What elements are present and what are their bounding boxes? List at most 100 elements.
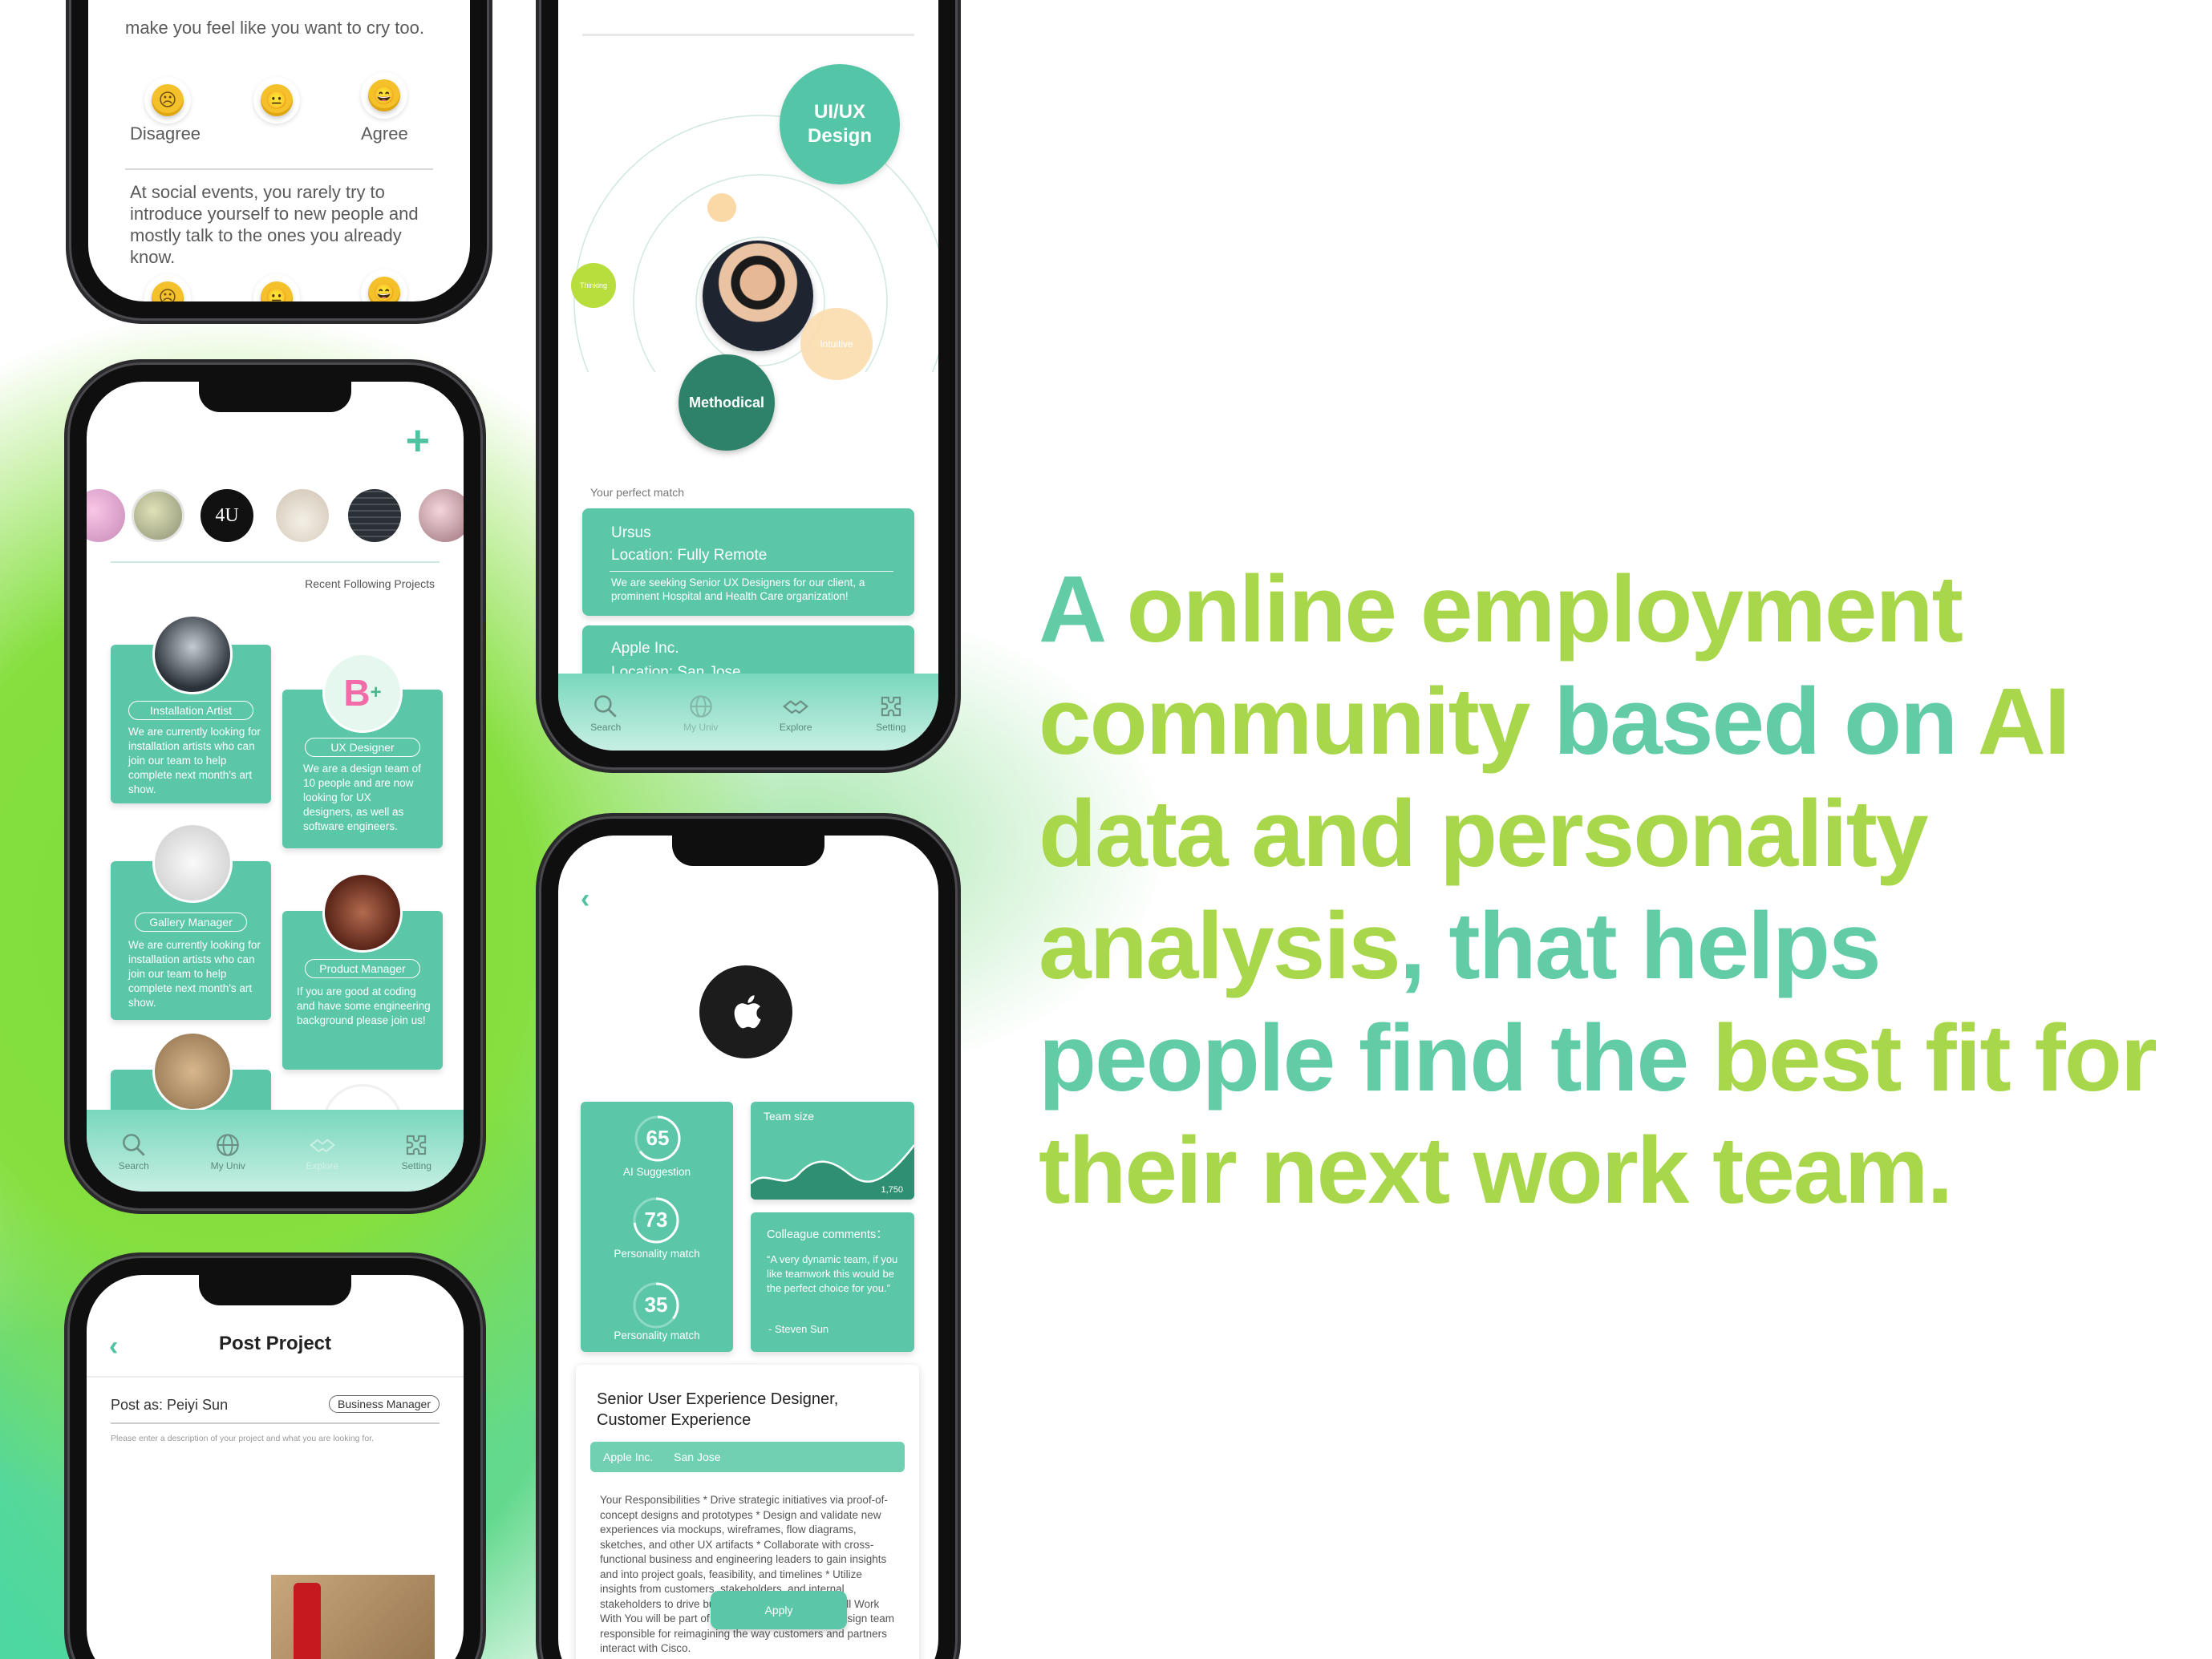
- notch: [199, 1275, 351, 1305]
- comment-text: “A very dynamic team, if you like teamwo…: [767, 1253, 898, 1294]
- card-avatar: [322, 872, 403, 953]
- bubble-label: Methodical: [688, 394, 764, 411]
- role-badge: Installation Artist: [128, 701, 253, 720]
- tab-bar: Search My Univ Explore Setting: [87, 1110, 464, 1192]
- neutral-emoji-icon: 😐: [261, 281, 293, 301]
- card-avatar: [152, 614, 233, 694]
- story-logo-text: 4U: [215, 504, 239, 526]
- ai-score-label: AI Suggestion: [622, 1166, 691, 1178]
- stories-divider: [111, 561, 440, 563]
- story-avatar-4u[interactable]: 4U: [201, 489, 253, 542]
- bubble-intuitive[interactable]: Intuitive: [800, 308, 873, 380]
- add-project-icon[interactable]: +: [406, 417, 430, 465]
- tab-label: Setting: [876, 722, 906, 733]
- story-avatar[interactable]: [276, 489, 329, 542]
- role-badge: UX Designer: [305, 738, 420, 757]
- phone-post: ‹ Post Project Post as: Peiyi Sun Busine…: [67, 1256, 483, 1659]
- bubble-label: Intuitive: [820, 338, 853, 350]
- top-divider: [582, 34, 914, 36]
- team-size-card: Team size 1,750: [751, 1102, 914, 1200]
- tab-label: Explore: [779, 722, 812, 733]
- happy-emoji-icon: 😄: [368, 79, 400, 111]
- quiz-screen: make you feel like you want to cry too. …: [88, 0, 470, 301]
- story-avatar[interactable]: [419, 489, 464, 542]
- bubble-ui-ux-design[interactable]: UI/UX Design: [780, 64, 900, 184]
- tab-explore[interactable]: Explore: [748, 674, 844, 751]
- personality-score-label-2: Personality match: [614, 1329, 700, 1341]
- tab-search[interactable]: Search: [87, 1110, 181, 1192]
- story-row: 4U: [87, 484, 464, 548]
- personality-score-value: 73: [644, 1208, 668, 1232]
- apply-button[interactable]: Apply: [711, 1591, 847, 1629]
- card-avatar: [152, 1031, 233, 1111]
- phone-quiz: make you feel like you want to cry too. …: [69, 0, 489, 321]
- emoji-neutral-wrap-2[interactable]: 😐: [253, 274, 300, 301]
- phone-match: UI/UX Design Thinking Intuitive Methodic…: [539, 0, 958, 770]
- apple-logo-icon: [734, 995, 761, 1029]
- match-result-card[interactable]: Ursus Location: Fully Remote We are seek…: [582, 508, 914, 616]
- result-company: Ursus: [611, 524, 651, 541]
- post-divider: [111, 1422, 440, 1424]
- puzzle-icon: [881, 696, 901, 717]
- team-size-value: 1,750: [881, 1185, 903, 1195]
- handshake-icon: [783, 700, 809, 714]
- tab-my-univ[interactable]: My Univ: [654, 674, 749, 751]
- job-description: Your Responsibilities * Drive strategic …: [600, 1494, 894, 1654]
- bubble-thinking[interactable]: Thinking: [571, 263, 616, 308]
- role-badge: Gallery Manager: [135, 912, 247, 932]
- page-title: Post Project: [218, 1333, 332, 1354]
- agree-label: Agree: [361, 123, 408, 144]
- personality-score-value-2: 35: [644, 1293, 668, 1317]
- tab-label: Setting: [401, 1160, 431, 1171]
- ai-score-value: 65: [646, 1126, 670, 1150]
- notch: [199, 382, 351, 412]
- card-description: We are a design team of 10 people and ar…: [303, 763, 421, 832]
- phone-job: ‹ 65 AI Suggestion 73 Personality match …: [539, 816, 958, 1659]
- post-screen: ‹ Post Project Post as: Peiyi Sun Busine…: [87, 1275, 464, 1659]
- tab-search[interactable]: Search: [558, 674, 654, 751]
- story-avatar[interactable]: [348, 489, 401, 542]
- emoji-happy-wrap-2[interactable]: 😄: [361, 269, 407, 301]
- card-description: If you are good at coding and have some …: [297, 985, 431, 1026]
- back-chevron-icon[interactable]: ‹: [581, 884, 589, 915]
- bubble-label: UI/UX Design: [807, 101, 872, 147]
- emoji-neutral-wrap[interactable]: 😐: [253, 77, 300, 123]
- card-avatar: [152, 823, 233, 903]
- header-divider: [87, 1376, 464, 1378]
- quiz-question-1: make you feel like you want to cry too.: [125, 18, 424, 38]
- bubble-methodical[interactable]: Methodical: [679, 354, 775, 451]
- colleague-comments-card: Colleague comments： “A very dynamic team…: [751, 1212, 914, 1352]
- tab-label: Search: [118, 1160, 149, 1171]
- story-avatar[interactable]: [132, 489, 184, 542]
- tab-setting[interactable]: Setting: [370, 1110, 464, 1192]
- tab-my-univ[interactable]: My Univ: [181, 1110, 276, 1192]
- role-badge[interactable]: Business Manager: [329, 1395, 440, 1413]
- happy-emoji-icon: 😄: [368, 277, 400, 301]
- sad-emoji-icon: ☹: [152, 281, 184, 301]
- description-input[interactable]: Please enter a description of your proje…: [111, 1434, 440, 1443]
- role-badge: Product Manager: [305, 959, 420, 978]
- tab-bar: Search My Univ Explore Setting: [558, 674, 938, 751]
- story-avatar[interactable]: [87, 489, 125, 542]
- job-screen: ‹ 65 AI Suggestion 73 Personality match …: [558, 836, 938, 1659]
- emoji-sad-wrap-2[interactable]: ☹: [144, 274, 191, 301]
- globe-icon: [217, 1134, 240, 1156]
- job-meta-bar: Apple Inc. San Jose: [590, 1442, 905, 1472]
- quiz-question-2: At social events, you rarely try to intr…: [130, 182, 419, 267]
- score-card: 65 AI Suggestion 73 Personality match 35…: [581, 1102, 733, 1352]
- comments-label: Colleague comments：: [767, 1228, 888, 1241]
- job-detail-card: Senior User Experience Designer, Custome…: [576, 1365, 919, 1659]
- emoji-happy-wrap[interactable]: 😄: [361, 72, 407, 119]
- match-screen: UI/UX Design Thinking Intuitive Methodic…: [558, 0, 938, 751]
- puzzle-icon: [407, 1135, 427, 1155]
- feed-screen: + 4U Recent Following Projects Installat…: [87, 382, 464, 1192]
- card-description: We are currently looking for installatio…: [128, 726, 261, 795]
- red-bottle-image: [294, 1583, 321, 1659]
- bubble-label: Thinking: [579, 281, 608, 289]
- tab-explore[interactable]: Explore: [275, 1110, 370, 1192]
- headline-part: based on: [1529, 669, 1978, 775]
- tab-label: Search: [590, 722, 622, 733]
- emoji-sad-wrap[interactable]: ☹: [144, 77, 191, 123]
- quiz-divider: [125, 168, 433, 170]
- tab-setting[interactable]: Setting: [844, 674, 939, 751]
